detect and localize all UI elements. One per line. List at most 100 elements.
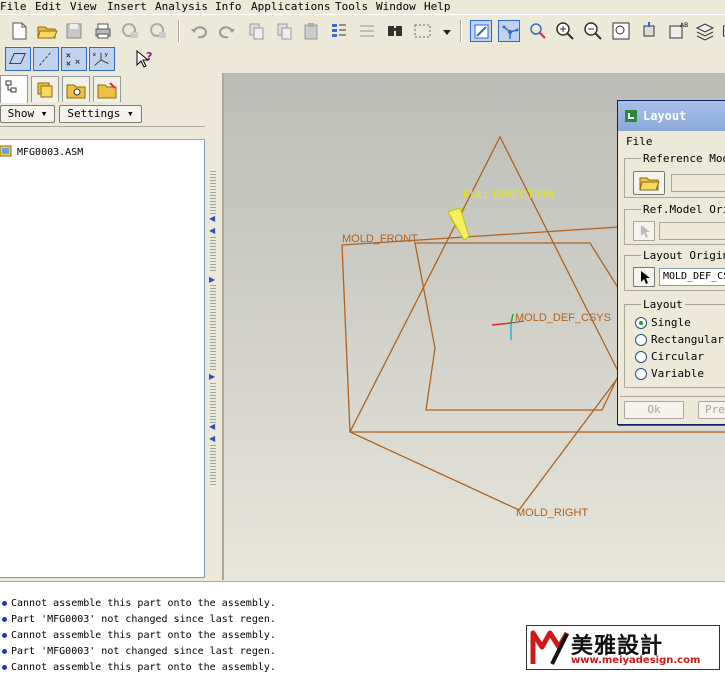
ref-model-origin-field[interactable] (659, 222, 725, 240)
saved-views-icon[interactable]: AB (666, 20, 688, 42)
mold-right-label: MOLD_RIGHT (516, 507, 589, 519)
save-icon[interactable] (63, 20, 85, 42)
info-bullet-icon (2, 600, 7, 606)
refit-icon[interactable] (610, 20, 632, 42)
send-mail-icon[interactable] (119, 20, 141, 42)
zoom-out-icon[interactable] (582, 20, 604, 42)
svg-text:x: x (93, 52, 97, 58)
select-layout-origin-button[interactable] (633, 267, 655, 287)
dialog-divider (620, 396, 725, 397)
model-tree-toolbar: Show ▾ Settings ▾ (0, 103, 206, 125)
ref-model-origin-group: Ref.Model Origin (624, 203, 725, 245)
layout-group-label: Layout (641, 298, 685, 311)
message-text: Part 'MFG0003' not changed since last re… (11, 613, 276, 625)
find-binoculars-icon[interactable] (384, 20, 406, 42)
radio-single[interactable]: Single (635, 316, 691, 329)
menu-analysis[interactable]: Analysis (155, 0, 208, 13)
radio-label: Circular (651, 350, 704, 363)
tab-layers[interactable] (31, 76, 59, 102)
toolbar-separator (178, 20, 180, 42)
menu-tools[interactable]: Tools (335, 0, 368, 13)
spin-center-icon[interactable] (498, 20, 520, 42)
layout-origin-field[interactable]: MOLD_DEF_CSYS (659, 268, 725, 286)
datum-csys-icon[interactable]: xy (89, 47, 115, 71)
orient-mode-icon[interactable] (527, 20, 549, 42)
regen-manager-icon[interactable] (356, 20, 378, 42)
svg-text:?: ? (146, 50, 152, 63)
collapse-arrow-icon[interactable]: ◀ (209, 227, 217, 235)
new-file-icon[interactable] (8, 20, 30, 42)
open-reference-model-button[interactable] (633, 171, 665, 195)
tab-folder-browser[interactable] (62, 76, 90, 102)
ok-button[interactable]: Ok (624, 401, 684, 419)
message-line: Cannot assemble this part onto the assem… (0, 627, 276, 643)
select-dropdown-icon[interactable] (436, 20, 451, 42)
undo-icon[interactable] (188, 20, 210, 42)
radio-rectangular[interactable]: Rectangular (635, 333, 724, 346)
svg-text:y: y (105, 52, 109, 58)
cut-icon[interactable] (245, 20, 267, 42)
sash-grip (210, 171, 216, 216)
send-link-icon[interactable] (147, 20, 169, 42)
datum-planes-icon[interactable] (5, 47, 31, 71)
message-line: Part 'MFG0003' not changed since last re… (0, 611, 276, 627)
preview-button[interactable]: Preview (698, 401, 725, 419)
datum-points-icon[interactable] (61, 47, 87, 71)
message-text: Cannot assemble this part onto the assem… (11, 661, 276, 673)
expand-arrow-icon[interactable]: ▶ (209, 276, 217, 284)
tab-favorites[interactable] (93, 76, 121, 102)
tree-item-root[interactable]: MFG0003.ASM (0, 145, 83, 159)
collapse-arrow-icon[interactable]: ◀ (209, 435, 217, 443)
toolbar-separator (460, 20, 462, 42)
menu-insert[interactable]: Insert (107, 0, 147, 13)
reorient-icon[interactable] (638, 20, 660, 42)
ref-model-origin-label: Ref.Model Origin (641, 203, 725, 216)
datum-axes-icon[interactable] (33, 47, 59, 71)
tab-model-tree[interactable] (0, 75, 28, 103)
collapse-arrow-icon[interactable]: ◀ (209, 215, 217, 223)
sash-grip (210, 383, 216, 423)
paste-icon[interactable] (300, 20, 322, 42)
redo-icon[interactable] (216, 20, 238, 42)
menu-edit[interactable]: Edit (35, 0, 62, 13)
regenerate-icon[interactable] (328, 20, 350, 42)
menu-window[interactable]: Window (376, 0, 416, 13)
dialog-menu-file[interactable]: File (626, 135, 653, 148)
panel-sash[interactable]: ◀ ◀ ▶ ▶ ◀ ◀ (206, 103, 222, 580)
message-text: Part 'MFG0003' not changed since last re… (11, 645, 276, 657)
dialog-title-bar[interactable]: Layout (618, 101, 725, 131)
menu-help[interactable]: Help (424, 0, 451, 13)
menu-view[interactable]: View (70, 0, 97, 13)
radio-indicator (635, 316, 647, 329)
radio-indicator (635, 350, 647, 363)
select-origin-button[interactable] (633, 221, 655, 241)
collapse-arrow-icon[interactable]: ◀ (209, 423, 217, 431)
select-box-icon[interactable] (412, 20, 434, 42)
layers-icon[interactable] (694, 20, 716, 42)
menu-applications[interactable]: Applications (251, 0, 330, 13)
whats-this-help-icon[interactable]: ? (133, 48, 155, 70)
menu-file[interactable]: File (0, 0, 27, 13)
zoom-in-icon[interactable] (554, 20, 576, 42)
radio-indicator (635, 333, 647, 346)
show-label: Show (7, 107, 35, 120)
more-tools-icon[interactable] (716, 20, 725, 42)
watermark-logo: 美雅設計 www.meiyadesign.com (526, 625, 720, 670)
expand-arrow-icon[interactable]: ▶ (209, 373, 217, 381)
radio-variable[interactable]: Variable (635, 367, 704, 380)
brand-url: www.meiyadesign.com (571, 655, 701, 666)
arrow-cursor-icon (641, 271, 650, 284)
settings-dropdown[interactable]: Settings ▾ (59, 105, 142, 123)
repaint-icon[interactable] (470, 20, 492, 42)
reference-model-field[interactable] (671, 174, 725, 192)
open-folder-icon[interactable] (36, 20, 58, 42)
model-tree: MFG0003.ASM (0, 140, 205, 578)
copy-icon[interactable] (273, 20, 295, 42)
print-icon[interactable] (92, 20, 114, 42)
message-text: Cannot assemble this part onto the assem… (11, 597, 276, 609)
show-dropdown[interactable]: Show ▾ (0, 105, 55, 123)
menu-info[interactable]: Info (215, 0, 242, 13)
radio-circular[interactable]: Circular (635, 350, 704, 363)
layout-type-group: Layout Single Rectangular Circular Varia… (624, 298, 725, 388)
radio-indicator (635, 367, 647, 380)
